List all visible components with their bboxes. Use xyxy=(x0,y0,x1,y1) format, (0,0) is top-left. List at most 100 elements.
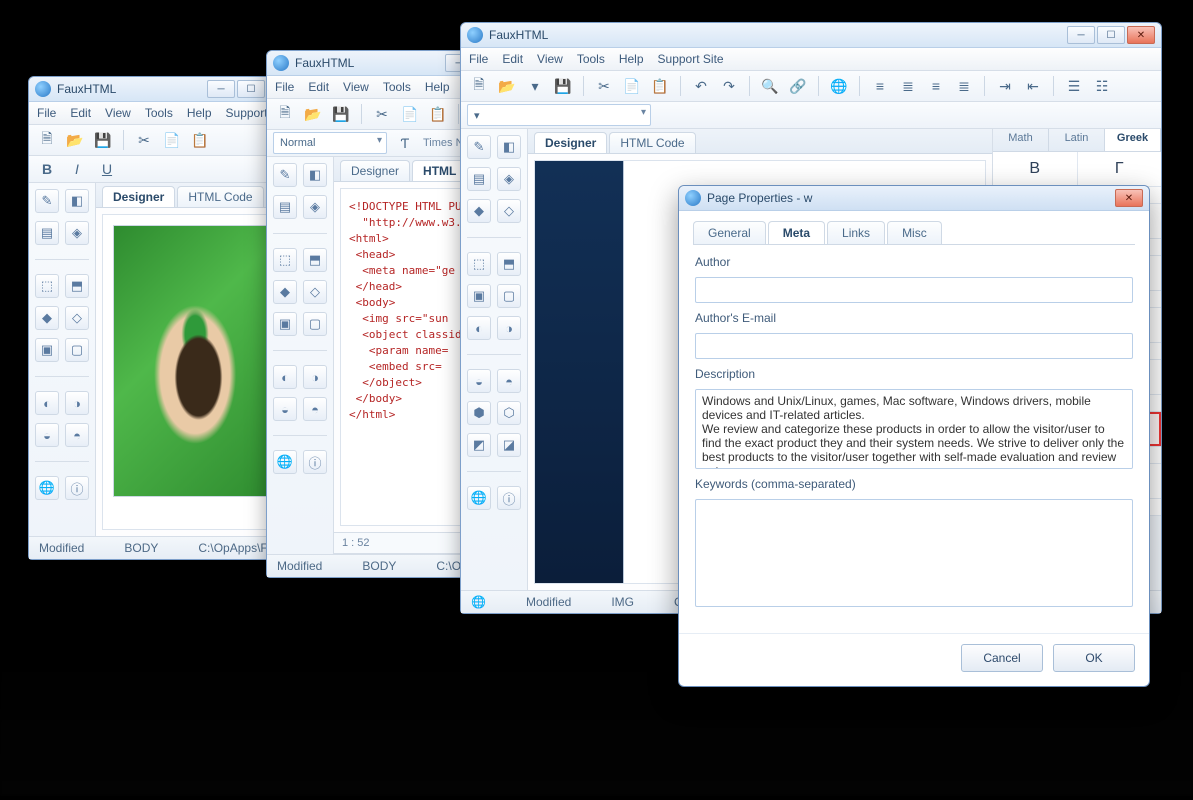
tool-icon[interactable]: ✎ xyxy=(467,135,491,159)
dialog-tab-general[interactable]: General xyxy=(693,221,766,244)
open-icon[interactable]: 📂 xyxy=(63,128,87,152)
keywords-textarea[interactable] xyxy=(695,499,1133,607)
link-icon[interactable]: 🔗 xyxy=(786,74,810,98)
tool-icon[interactable]: ▢ xyxy=(497,284,521,308)
menu-edit[interactable]: Edit xyxy=(502,52,523,66)
tool-icon[interactable]: ◐ xyxy=(467,316,491,340)
tool-icon[interactable]: ◐ xyxy=(35,391,59,415)
menu-view[interactable]: View xyxy=(343,80,369,94)
bold-icon[interactable]: B xyxy=(35,157,59,181)
menu-view[interactable]: View xyxy=(537,52,563,66)
tab-designer[interactable]: Designer xyxy=(534,132,607,153)
browser-icon[interactable]: 🌐 xyxy=(467,486,491,510)
tool-icon[interactable]: ◒ xyxy=(273,397,297,421)
save-icon[interactable]: 💾 xyxy=(329,102,353,126)
open-icon[interactable]: 📂 xyxy=(495,74,519,98)
dialog-tab-links[interactable]: Links xyxy=(827,221,885,244)
chevron-down-icon[interactable]: ▾ xyxy=(523,74,547,98)
titlebar[interactable]: FauxHTML ─ ☐ ✕ xyxy=(29,77,301,102)
menu-file[interactable]: File xyxy=(275,80,294,94)
menu-tools[interactable]: Tools xyxy=(145,106,173,120)
align-left-icon[interactable]: ≡ xyxy=(868,74,892,98)
email-input[interactable] xyxy=(695,333,1133,359)
tool-icon[interactable]: ⬚ xyxy=(273,248,297,272)
tool-icon[interactable]: ▣ xyxy=(35,338,59,362)
image-placeholder[interactable] xyxy=(113,225,284,497)
info-icon[interactable]: ⓘ xyxy=(65,476,89,500)
redo-icon[interactable]: ↷ xyxy=(717,74,741,98)
cancel-button[interactable]: Cancel xyxy=(961,644,1043,672)
tool-icon[interactable]: ◓ xyxy=(65,423,89,447)
tool-icon[interactable]: ◈ xyxy=(65,221,89,245)
paste-icon[interactable]: 📋 xyxy=(648,74,672,98)
tool-icon[interactable]: ◇ xyxy=(497,199,521,223)
dialog-tab-misc[interactable]: Misc xyxy=(887,221,942,244)
font-icon[interactable]: Ƭ xyxy=(393,131,417,155)
maximize-button[interactable]: ☐ xyxy=(237,80,265,98)
tool-icon[interactable]: ◆ xyxy=(467,199,491,223)
tool-icon[interactable]: ⬡ xyxy=(497,401,521,425)
save-icon[interactable]: 💾 xyxy=(551,74,575,98)
undo-icon[interactable]: ↶ xyxy=(689,74,713,98)
cut-icon[interactable]: ✂ xyxy=(370,102,394,126)
tool-icon[interactable]: ◑ xyxy=(497,316,521,340)
tool-icon[interactable]: ◒ xyxy=(467,369,491,393)
menu-help[interactable]: Help xyxy=(425,80,450,94)
tool-icon[interactable]: ⬒ xyxy=(65,274,89,298)
ok-button[interactable]: OK xyxy=(1053,644,1135,672)
tool-icon[interactable]: ⬚ xyxy=(35,274,59,298)
info-icon[interactable]: ⓘ xyxy=(303,450,327,474)
tool-icon[interactable]: ▢ xyxy=(303,312,327,336)
find-icon[interactable]: 🔍 xyxy=(758,74,782,98)
tool-icon[interactable]: ◧ xyxy=(65,189,89,213)
tool-icon[interactable]: ◑ xyxy=(65,391,89,415)
tab-html-code[interactable]: HTML Code xyxy=(177,186,263,207)
maximize-button[interactable]: ☐ xyxy=(1097,26,1125,44)
new-file-icon[interactable]: 🗎 xyxy=(35,128,59,152)
close-button[interactable]: ✕ xyxy=(1127,26,1155,44)
tool-icon[interactable]: ◩ xyxy=(467,433,491,457)
open-icon[interactable]: 📂 xyxy=(301,102,325,126)
tool-icon[interactable]: ◒ xyxy=(35,423,59,447)
new-file-icon[interactable]: 🗎 xyxy=(273,102,297,126)
charset-tab-math[interactable]: Math xyxy=(993,129,1049,151)
tool-icon[interactable]: ▤ xyxy=(35,221,59,245)
tool-icon[interactable]: ✎ xyxy=(273,163,297,187)
dialog-titlebar[interactable]: Page Properties - w ✕ xyxy=(679,186,1149,211)
paste-icon[interactable]: 📋 xyxy=(426,102,450,126)
tool-icon[interactable]: ◓ xyxy=(303,397,327,421)
tool-icon[interactable]: ◈ xyxy=(497,167,521,191)
menu-file[interactable]: File xyxy=(469,52,488,66)
menu-help[interactable]: Help xyxy=(619,52,644,66)
info-icon[interactable]: ⓘ xyxy=(497,486,521,510)
list-icon[interactable]: ☷ xyxy=(1090,74,1114,98)
style-combo[interactable]: Normal xyxy=(273,132,387,154)
tool-icon[interactable]: ⬚ xyxy=(467,252,491,276)
tool-icon[interactable]: ◆ xyxy=(273,280,297,304)
menu-help[interactable]: Help xyxy=(187,106,212,120)
charset-tab-latin[interactable]: Latin xyxy=(1049,129,1105,151)
menu-tools[interactable]: Tools xyxy=(577,52,605,66)
titlebar[interactable]: FauxHTML ─ ☐ ✕ xyxy=(461,23,1161,48)
description-textarea[interactable]: Windows and Unix/Linux, games, Mac softw… xyxy=(695,389,1133,469)
minimize-button[interactable]: ─ xyxy=(207,80,235,98)
tool-icon[interactable]: ◐ xyxy=(273,365,297,389)
indent-icon[interactable]: ⇥ xyxy=(993,74,1017,98)
charmap-cell[interactable]: Γ xyxy=(1078,152,1162,186)
tool-icon[interactable]: ◆ xyxy=(35,306,59,330)
tool-icon[interactable]: ◓ xyxy=(497,369,521,393)
copy-icon[interactable]: 📄 xyxy=(398,102,422,126)
tool-icon[interactable]: ◧ xyxy=(497,135,521,159)
tool-icon[interactable]: ◧ xyxy=(303,163,327,187)
tool-icon[interactable]: ▤ xyxy=(467,167,491,191)
underline-icon[interactable]: U xyxy=(95,157,119,181)
dialog-tab-meta[interactable]: Meta xyxy=(768,221,825,244)
tool-icon[interactable]: ⬒ xyxy=(303,248,327,272)
new-file-icon[interactable]: 🗎 xyxy=(467,74,491,98)
tool-icon[interactable]: ◪ xyxy=(497,433,521,457)
italic-icon[interactable]: I xyxy=(65,157,89,181)
charset-tab-greek[interactable]: Greek xyxy=(1105,129,1161,151)
tab-designer[interactable]: Designer xyxy=(102,186,175,207)
menu-edit[interactable]: Edit xyxy=(308,80,329,94)
menu-view[interactable]: View xyxy=(105,106,131,120)
